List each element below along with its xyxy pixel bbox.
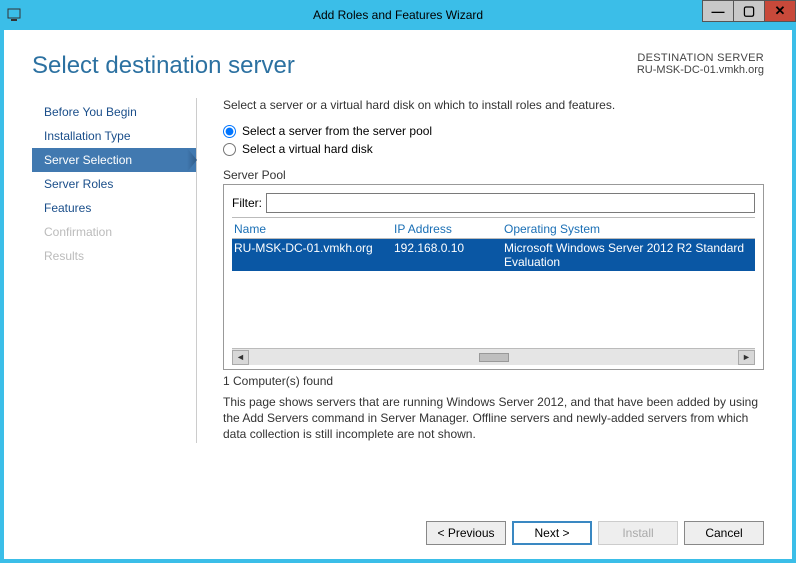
radio-vhd-label: Select a virtual hard disk — [242, 142, 373, 156]
next-button[interactable]: Next > — [512, 521, 592, 545]
scroll-right-icon[interactable]: ► — [738, 350, 755, 365]
table-header: Name IP Address Operating System — [232, 220, 755, 238]
sidebar-item-before-you-begin[interactable]: Before You Begin — [32, 100, 196, 124]
install-button: Install — [598, 521, 678, 545]
wizard-sidebar: Before You Begin Installation Type Serve… — [32, 98, 197, 443]
destination-value: RU-MSK-DC-01.vmkh.org — [637, 64, 764, 76]
destination-label: DESTINATION SERVER — [637, 52, 764, 64]
cell-name: RU-MSK-DC-01.vmkh.org — [234, 241, 394, 269]
scroll-thumb[interactable] — [479, 353, 509, 362]
note-text: This page shows servers that are running… — [223, 394, 764, 443]
scroll-left-icon[interactable]: ◄ — [232, 350, 249, 365]
sidebar-item-server-roles[interactable]: Server Roles — [32, 172, 196, 196]
filter-label: Filter: — [232, 196, 262, 210]
radio-server-pool[interactable] — [223, 125, 236, 138]
server-pool-box: Filter: Name IP Address Operating System… — [223, 184, 764, 370]
col-header-name[interactable]: Name — [234, 222, 394, 236]
radio-vhd-row[interactable]: Select a virtual hard disk — [223, 142, 764, 156]
destination-box: DESTINATION SERVER RU-MSK-DC-01.vmkh.org — [637, 52, 764, 76]
table-body: RU-MSK-DC-01.vmkh.org 192.168.0.10 Micro… — [232, 238, 755, 348]
sidebar-item-results: Results — [32, 244, 196, 268]
sidebar-item-installation-type[interactable]: Installation Type — [32, 124, 196, 148]
app-icon — [6, 7, 22, 23]
maximize-button[interactable]: ▢ — [733, 0, 765, 22]
scroll-track[interactable] — [249, 350, 738, 365]
wizard-body: Select destination server DESTINATION SE… — [0, 30, 796, 563]
previous-button[interactable]: < Previous — [426, 521, 506, 545]
minimize-button[interactable]: — — [702, 0, 734, 22]
cell-os: Microsoft Windows Server 2012 R2 Standar… — [504, 241, 753, 269]
page-title: Select destination server — [32, 52, 295, 80]
table-row[interactable]: RU-MSK-DC-01.vmkh.org 192.168.0.10 Micro… — [232, 239, 755, 271]
col-header-os[interactable]: Operating System — [504, 222, 753, 236]
server-pool-label: Server Pool — [223, 168, 764, 182]
wizard-content: Select a server or a virtual hard disk o… — [197, 98, 764, 443]
computers-found: 1 Computer(s) found — [223, 374, 764, 388]
window-controls: — ▢ ✕ — [703, 0, 796, 22]
radio-vhd[interactable] — [223, 143, 236, 156]
sidebar-item-server-selection[interactable]: Server Selection — [32, 148, 196, 172]
col-header-ip[interactable]: IP Address — [394, 222, 504, 236]
filter-input[interactable] — [266, 193, 755, 213]
titlebar: Add Roles and Features Wizard — ▢ ✕ — [0, 0, 796, 30]
cancel-button[interactable]: Cancel — [684, 521, 764, 545]
window-title: Add Roles and Features Wizard — [0, 8, 796, 22]
sidebar-item-confirmation: Confirmation — [32, 220, 196, 244]
close-button[interactable]: ✕ — [764, 0, 796, 22]
cell-ip: 192.168.0.10 — [394, 241, 504, 269]
sidebar-item-features[interactable]: Features — [32, 196, 196, 220]
instruction-text: Select a server or a virtual hard disk o… — [223, 98, 764, 112]
radio-server-pool-label: Select a server from the server pool — [242, 124, 432, 138]
radio-server-pool-row[interactable]: Select a server from the server pool — [223, 124, 764, 138]
wizard-footer: < Previous Next > Install Cancel — [426, 521, 764, 545]
horizontal-scrollbar[interactable]: ◄ ► — [232, 348, 755, 365]
